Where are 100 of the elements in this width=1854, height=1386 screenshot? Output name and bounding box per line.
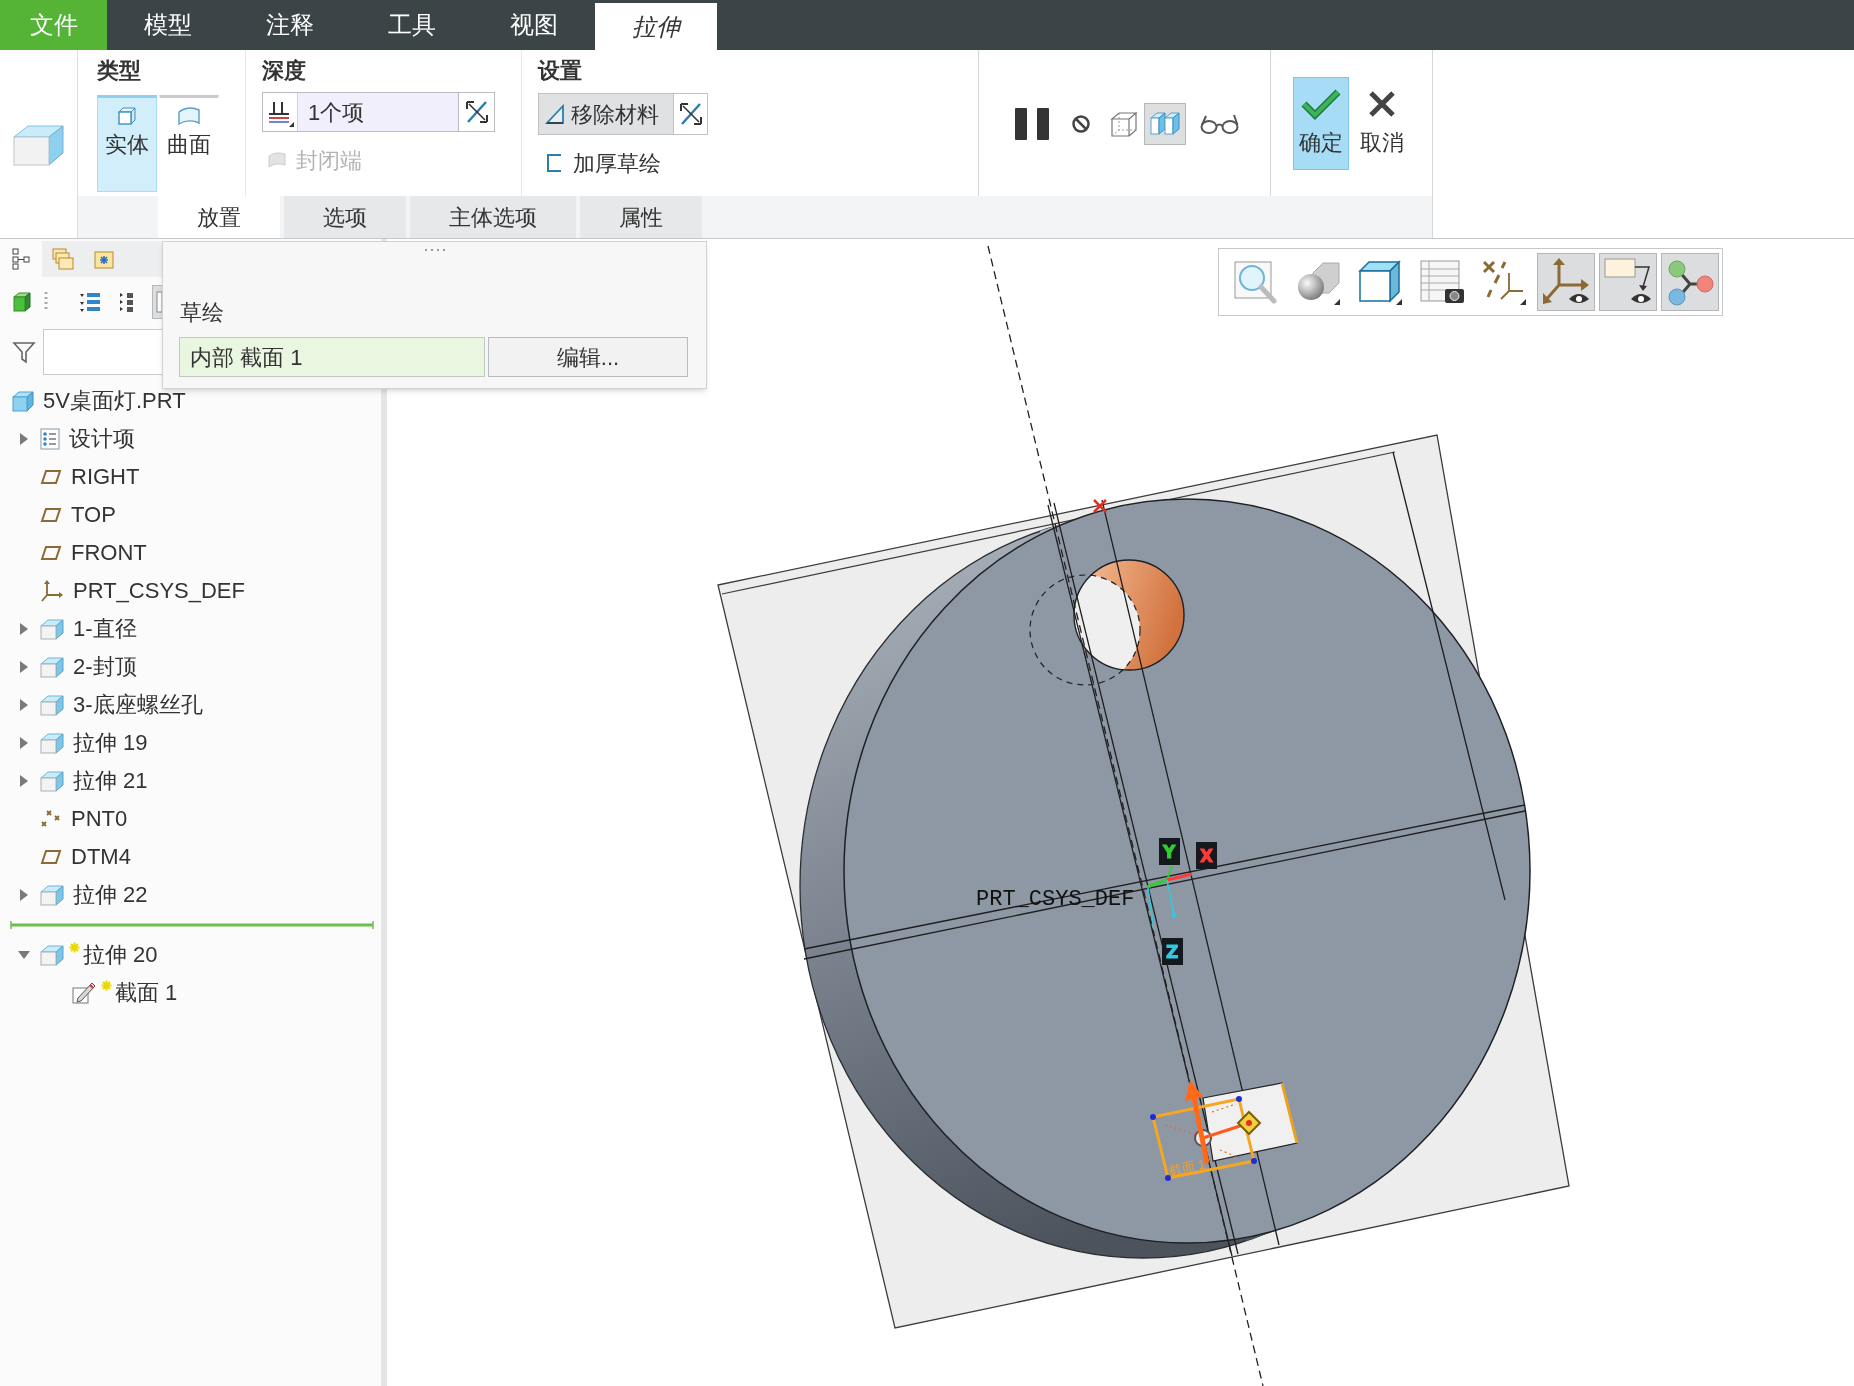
pause-icon	[1015, 108, 1049, 140]
tree-item-label[interactable]: 截面 1	[115, 981, 178, 1005]
caret-down-icon[interactable]	[17, 950, 31, 960]
sphere-cube-icon	[1295, 259, 1341, 305]
surface-icon	[177, 106, 201, 126]
extrude-feature-icon	[40, 694, 64, 716]
menu-tab[interactable]: 拉伸	[595, 3, 717, 50]
csys-axes-icon	[1146, 865, 1193, 931]
node-graph-icon	[1666, 258, 1714, 306]
datum-plane-icon	[40, 469, 62, 485]
caret-right-icon[interactable]	[19, 660, 29, 674]
thicken-sketch-toggle[interactable]: 加厚草绘	[538, 148, 666, 178]
remove-material-toggle[interactable]: 移除材料	[538, 93, 674, 135]
panel-tab[interactable]: 放置	[158, 196, 280, 238]
extrude-feature-icon	[40, 884, 64, 906]
annotation-display-button[interactable]	[1599, 253, 1657, 311]
collapse-list-icon	[119, 290, 135, 313]
panel-tab[interactable]: 主体选项	[410, 196, 576, 238]
menu-tab[interactable]: 视图	[473, 0, 595, 50]
menu-tab[interactable]: 模型	[107, 0, 229, 50]
extrude-icon	[12, 123, 65, 167]
no-entry-icon	[1071, 114, 1091, 134]
cancel-button[interactable]: 取消	[1354, 77, 1410, 170]
axes-eye-icon	[1541, 257, 1591, 307]
verify-button[interactable]	[1144, 103, 1186, 145]
zoom-icon	[1233, 259, 1279, 305]
tree-item-label[interactable]: 拉伸 19	[73, 731, 148, 755]
close-icon	[1368, 90, 1396, 118]
tree-item-label[interactable]: RIGHT	[71, 465, 140, 489]
new-marker-icon	[69, 942, 80, 953]
gear-folder-icon[interactable]	[94, 249, 114, 269]
datum-point-icon	[40, 809, 62, 829]
coordinate-axes-icon	[40, 579, 64, 603]
sketch-label: 截面 1	[1167, 1156, 1207, 1179]
extrude-feature-icon	[40, 618, 64, 640]
type-option[interactable]: 曲面	[159, 95, 219, 192]
remove-material-icon	[545, 103, 567, 125]
caret-right-icon[interactable]	[19, 432, 29, 446]
caret-right-icon[interactable]	[19, 888, 29, 902]
extrude-feature-icon	[40, 944, 64, 966]
tree-item-label[interactable]: FRONT	[71, 541, 147, 565]
extrude-feature-icon	[40, 656, 64, 678]
datum-plane-icon	[40, 507, 62, 523]
flip-arrow-icon	[677, 101, 704, 127]
caret-right-icon[interactable]	[19, 736, 29, 750]
csys-display-button[interactable]	[1537, 253, 1595, 311]
axis-label: X	[1200, 846, 1214, 866]
tree-item-label[interactable]: 设计项	[69, 427, 135, 451]
glasses-icon	[1200, 113, 1240, 135]
tree-item-label[interactable]: 3-底座螺丝孔	[73, 693, 203, 717]
axis-label: Y	[1163, 842, 1176, 862]
caret-right-icon[interactable]	[19, 622, 29, 636]
menu-tab[interactable]: 工具	[351, 0, 473, 50]
extrude-feature-icon	[40, 770, 64, 792]
tree-item-label[interactable]: 5V桌面灯.PRT	[43, 389, 186, 413]
checkmark-icon	[1301, 88, 1341, 120]
tree-item-label[interactable]: 拉伸 20	[83, 943, 158, 967]
solid-cube-icon	[117, 106, 137, 126]
wireframe-cube-icon	[1109, 110, 1139, 138]
group-title: 设置	[538, 58, 582, 84]
expand-list-icon	[79, 290, 101, 313]
axis-label: Z	[1166, 942, 1179, 962]
extrude-feature-icon	[40, 732, 64, 754]
tree-item-label[interactable]: 2-封顶	[73, 655, 137, 679]
spin-center-button[interactable]	[1661, 253, 1719, 311]
twin-cubes-icon	[1149, 110, 1181, 138]
panel-tab[interactable]: 属性	[580, 196, 702, 238]
drag-grip-icon[interactable]	[423, 248, 446, 252]
list-icon	[40, 428, 60, 450]
thicken-sketch-icon	[545, 153, 563, 173]
flip-direction-button[interactable]	[673, 93, 708, 135]
tree-item-label[interactable]: DTM4	[71, 845, 131, 869]
tree-item-label[interactable]: 1-直径	[73, 617, 137, 641]
filter-icon[interactable]	[12, 340, 36, 364]
closed-end-icon	[266, 150, 288, 170]
field-label: 草绘	[180, 300, 224, 326]
edit-button[interactable]: 编辑...	[488, 337, 688, 377]
datum-plane-icon	[40, 849, 62, 865]
new-marker-icon	[101, 980, 112, 991]
group-title: 深度	[262, 58, 306, 84]
caret-right-icon[interactable]	[19, 774, 29, 788]
type-option[interactable]: 实体	[97, 95, 157, 192]
tree-structure-icon[interactable]	[12, 248, 30, 270]
tree-item-label[interactable]: PNT0	[71, 807, 128, 831]
part-cube-icon	[12, 390, 34, 412]
tree-item-label[interactable]: 拉伸 22	[73, 883, 148, 907]
tree-item-label[interactable]: TOP	[71, 503, 116, 527]
tree-item-label[interactable]: 拉伸 21	[73, 769, 148, 793]
sketch-pencil-icon	[72, 981, 96, 1005]
datum-display-icon	[1481, 259, 1527, 305]
ok-button[interactable]: 确定	[1293, 77, 1349, 170]
sketch-collector-field[interactable]: 内部 截面 1	[179, 337, 485, 377]
menu-tab[interactable]: 注释	[229, 0, 351, 50]
group-title: 类型	[97, 58, 141, 84]
tree-item-label[interactable]: PRT_CSYS_DEF	[73, 579, 245, 603]
table-camera-icon	[1419, 259, 1465, 305]
panel-tab[interactable]: 选项	[284, 196, 406, 238]
caret-right-icon[interactable]	[19, 698, 29, 712]
datum-plane-icon	[40, 545, 62, 561]
point-marker-icon	[1092, 498, 1108, 514]
